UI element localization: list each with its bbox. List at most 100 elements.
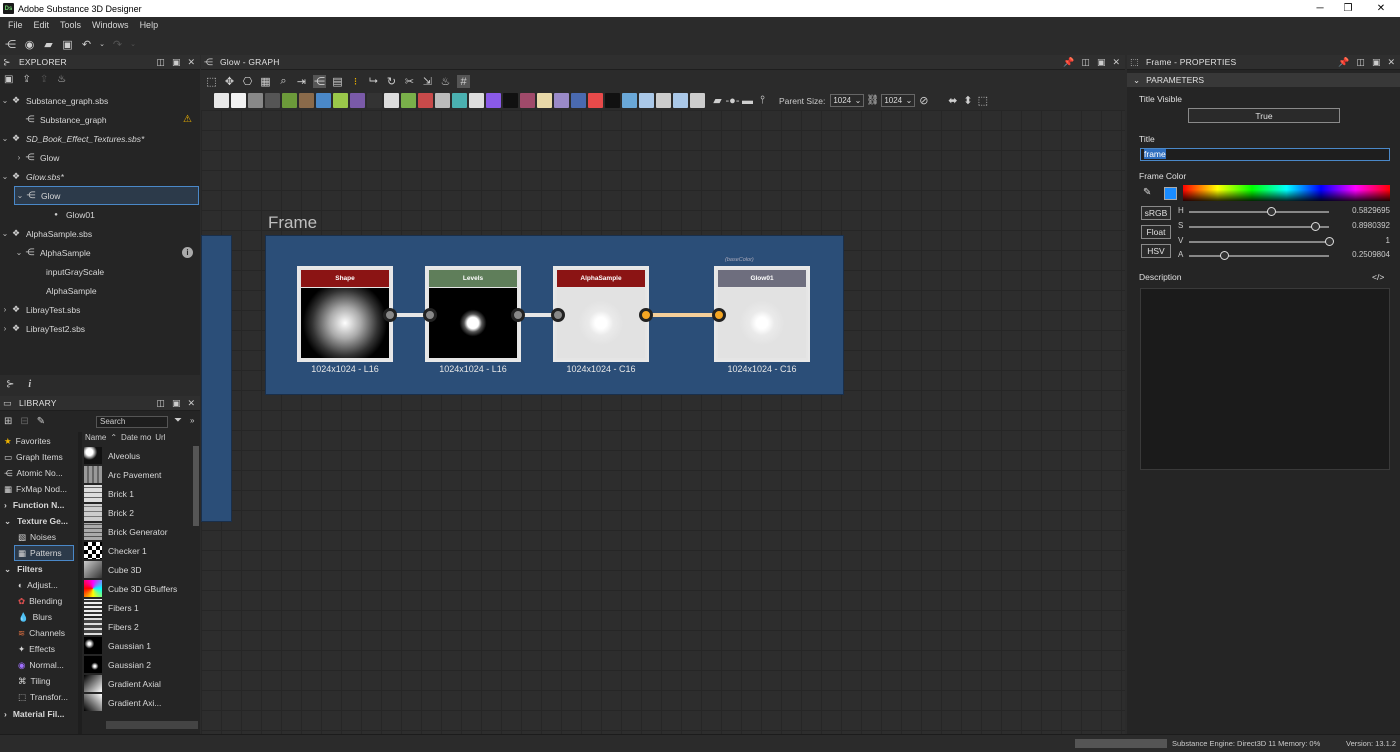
clean-icon[interactable]: ♨ — [439, 75, 452, 88]
pin-icon[interactable]: 📌 — [1338, 57, 1349, 68]
tree-item-output[interactable]: AlphaSample — [0, 281, 200, 300]
maximize-icon[interactable]: ▣ — [1097, 57, 1106, 68]
publish-icon[interactable]: ⇪ — [40, 74, 48, 85]
parent-size-width-select[interactable]: 1024 ⌄ — [830, 94, 865, 107]
output-port[interactable] — [511, 308, 525, 322]
list-item[interactable]: Alveolus — [84, 446, 194, 465]
node-shape[interactable]: Shape — [297, 266, 393, 362]
library-search-input[interactable]: Search — [96, 416, 168, 428]
grid-snap-icon[interactable]: # — [457, 75, 470, 88]
category-blending[interactable]: ✿ Blending — [0, 593, 78, 609]
column-date[interactable]: Date mo — [121, 433, 151, 446]
hsv-a-value[interactable]: 0.2509804 — [1340, 250, 1390, 259]
library-scrollbar[interactable] — [193, 446, 199, 526]
category-channels[interactable]: ≋ Channels — [0, 625, 78, 641]
restore-icon[interactable]: ❐ — [1334, 0, 1362, 17]
export-icon[interactable]: ⇲ — [421, 75, 434, 88]
hsv-h-value[interactable]: 0.5829695 — [1340, 206, 1390, 215]
eyedropper-icon[interactable]: ✎ — [1143, 187, 1151, 198]
node-view-icon[interactable]: ⋲ — [313, 75, 326, 88]
save-icon[interactable]: ▣ — [61, 38, 74, 51]
remove-folder-icon[interactable]: ⊟ — [20, 416, 28, 427]
shuffle-node-icon[interactable] — [401, 93, 416, 108]
library-hscrollbar[interactable] — [106, 721, 198, 729]
zoom-icon[interactable]: ⌕ — [277, 75, 290, 88]
category-filters[interactable]: ⌄ Filters — [0, 561, 78, 577]
category-fxmap-nodes[interactable]: ▦ FxMap Nod... — [0, 481, 78, 497]
close-panel-icon[interactable]: ✕ — [187, 57, 195, 68]
levels-node-icon[interactable] — [282, 93, 297, 108]
expand-chevron-icon[interactable]: ⌄ — [0, 134, 10, 143]
node-alphasample[interactable]: AlphaSample — [553, 266, 649, 362]
blur-node-icon[interactable] — [469, 93, 484, 108]
emboss-node-icon[interactable] — [435, 93, 450, 108]
menu-edit[interactable]: Edit — [34, 20, 50, 30]
redo-dropdown-icon[interactable]: ⌄ — [130, 38, 136, 51]
list-item[interactable]: Gradient Axi... — [84, 693, 194, 712]
value-node-icon[interactable] — [605, 93, 620, 108]
link-alphasample-glow01[interactable] — [648, 313, 719, 317]
info-italic-icon[interactable]: i — [28, 379, 31, 390]
color-spectrum[interactable] — [1183, 185, 1390, 201]
collapse-chevron-icon[interactable]: › — [0, 305, 10, 314]
save-icon[interactable]: ▣ — [4, 74, 13, 85]
maximize-icon[interactable]: ▣ — [1372, 57, 1381, 68]
tree-item-graph[interactable]: ⋲ Substance_graph ⚠ — [0, 110, 200, 129]
comment-icon[interactable]: ▰ — [711, 94, 724, 107]
maximize-icon[interactable]: ▣ — [172, 57, 181, 68]
tree-item-package[interactable]: ⌄ ❖ SD_Book_Effect_Textures.sbs* — [0, 129, 200, 148]
filter-icon[interactable]: ⏷ — [174, 415, 182, 426]
hsv-s-value[interactable]: 0.8980392 — [1340, 221, 1390, 230]
category-patterns-selected[interactable]: ▦ Patterns — [14, 545, 74, 561]
category-blurs[interactable]: 💧 Blurs — [0, 609, 78, 625]
layout-icon[interactable]: ⁝ — [349, 75, 362, 88]
list-item[interactable]: Brick 1 — [84, 484, 194, 503]
refresh-icon[interactable]: ↻ — [385, 75, 398, 88]
title-input[interactable]: frame — [1140, 148, 1390, 161]
collapse-chevron-icon[interactable]: › — [14, 153, 24, 162]
category-tiling[interactable]: ⌘ Tiling — [0, 673, 78, 689]
expand-chevron-icon[interactable]: ⌄ — [0, 229, 10, 238]
menu-help[interactable]: Help — [140, 20, 159, 30]
normal-node-icon[interactable] — [350, 93, 365, 108]
list-item[interactable]: Gradient Axial — [84, 674, 194, 693]
hsl-node-icon[interactable] — [316, 93, 331, 108]
category-atomic-nodes[interactable]: ⋲ Atomic No... — [0, 465, 78, 481]
list-item[interactable]: Fibers 1 — [84, 598, 194, 617]
hsv-s-knob[interactable] — [1310, 222, 1320, 231]
category-material-filters[interactable]: › Material Fil... — [0, 706, 78, 722]
new-graph-icon[interactable]: ⋲ — [4, 38, 17, 51]
open-folder-icon[interactable]: ▰ — [42, 38, 55, 51]
output-color-icon[interactable] — [673, 93, 688, 108]
link-size-icon[interactable]: ⛓ — [866, 94, 879, 107]
output-port[interactable] — [639, 308, 653, 322]
node-levels[interactable]: Levels — [425, 266, 521, 362]
float-icon[interactable]: ◫ — [156, 57, 165, 68]
float-icon[interactable]: ◫ — [1356, 57, 1365, 68]
transform-node-icon[interactable] — [384, 93, 399, 108]
category-adjustments[interactable]: ◐ Adjust... — [0, 577, 78, 593]
collapse-chevron-icon[interactable]: › — [4, 500, 7, 510]
hsv-v-slider[interactable] — [1189, 241, 1329, 243]
category-texture-generators[interactable]: ⌄ Texture Ge... — [0, 513, 78, 529]
hsv-v-value[interactable]: 1 — [1340, 236, 1390, 245]
svg-node-icon[interactable] — [231, 93, 246, 108]
reset-size-icon[interactable]: ⊘ — [917, 94, 930, 107]
more-icon[interactable]: » — [190, 416, 194, 425]
close-panel-icon[interactable]: ✕ — [1112, 57, 1120, 68]
list-item[interactable]: Gaussian 1 — [84, 636, 194, 655]
tree-item-package[interactable]: ⌄ ❖ Substance_graph.sbs — [0, 91, 200, 110]
thumbnail-icon[interactable]: ▤ — [331, 75, 344, 88]
expand-chevron-icon[interactable]: ⌄ — [14, 248, 24, 257]
list-item[interactable]: Checker 1 — [84, 541, 194, 560]
menu-tools[interactable]: Tools — [60, 20, 81, 30]
input-port[interactable] — [551, 308, 565, 322]
graph-tree-icon[interactable]: ⊱ — [6, 379, 14, 390]
list-item[interactable]: Cube 3D GBuffers — [84, 579, 194, 598]
tree-item-input[interactable]: inputGrayScale — [0, 262, 200, 281]
pan-icon[interactable]: ✥ — [223, 75, 236, 88]
color-mode-srgb[interactable]: sRGB — [1141, 206, 1171, 220]
category-normal-map[interactable]: ◉ Normal... — [0, 657, 78, 673]
warp-node-icon[interactable] — [452, 93, 467, 108]
partial-frame[interactable] — [201, 235, 232, 522]
